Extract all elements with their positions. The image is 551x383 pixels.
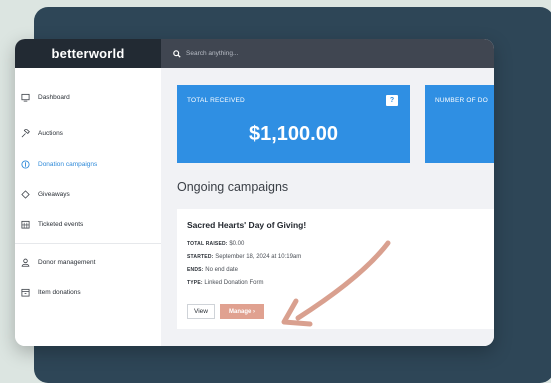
sidebar-item-label: Item donations	[38, 288, 81, 296]
sidebar-item-label: Donation campaigns	[38, 160, 98, 168]
ends-row: ENDS: No end date	[187, 267, 238, 273]
type-key: TYPE:	[187, 280, 203, 286]
ticket-icon	[21, 189, 30, 199]
sidebar-item-auctions[interactable]: Auctions	[15, 124, 161, 142]
sidebar-item-item-donations[interactable]: Item donations	[15, 283, 161, 301]
sidebar-item-label: Dashboard	[38, 93, 70, 101]
section-title: Ongoing campaigns	[177, 180, 289, 194]
app-window: betterworld Dashboard Auctions Donation …	[15, 39, 494, 346]
sidebar-item-donation-campaigns[interactable]: Donation campaigns	[15, 155, 161, 173]
total-raised-value: $0.00	[229, 241, 245, 247]
user-icon	[21, 258, 30, 267]
campaign-card: Sacred Hearts' Day of Giving! TOTAL RAIS…	[177, 209, 494, 329]
sidebar-item-label: Giveaways	[38, 190, 70, 198]
sidebar: Dashboard Auctions Donation campaigns Gi…	[15, 68, 161, 346]
ends-value: No end date	[205, 267, 238, 273]
total-received-card: TOTAL RECEIVED ? $1,100.00	[177, 85, 410, 163]
started-row: STARTED: September 18, 2024 at 10:19am	[187, 254, 301, 260]
sidebar-item-donor-management[interactable]: Donor management	[15, 253, 161, 271]
total-raised-key: TOTAL RAISED:	[187, 241, 228, 247]
total-received-label: TOTAL RECEIVED	[187, 97, 245, 104]
total-received-value: $1,100.00	[249, 123, 338, 145]
gavel-icon	[21, 128, 30, 137]
monitor-icon	[21, 93, 30, 102]
number-of-donations-card: NUMBER OF DO	[425, 85, 494, 163]
sidebar-item-giveaways[interactable]: Giveaways	[15, 185, 161, 203]
view-button[interactable]: View	[187, 304, 215, 319]
sidebar-item-label: Ticketed events	[38, 220, 84, 228]
help-button[interactable]: ?	[386, 95, 398, 106]
sidebar-item-label: Donor management	[38, 258, 96, 266]
started-key: STARTED:	[187, 254, 214, 260]
main-content: TOTAL RECEIVED ? $1,100.00 NUMBER OF DO …	[161, 68, 494, 346]
total-raised-row: TOTAL RAISED: $0.00	[187, 241, 244, 247]
search-input[interactable]	[186, 50, 386, 57]
calendar-icon	[21, 220, 30, 229]
sidebar-item-label: Auctions	[38, 129, 63, 137]
sidebar-divider	[15, 243, 161, 244]
started-value: September 18, 2024 at 10:19am	[215, 254, 302, 260]
dollar-circle-icon	[21, 159, 30, 169]
sidebar-item-ticketed-events[interactable]: Ticketed events	[15, 215, 161, 233]
search-bar[interactable]	[161, 39, 494, 68]
sidebar-item-dashboard[interactable]: Dashboard	[15, 88, 161, 106]
top-bar: betterworld	[15, 39, 494, 68]
campaign-title[interactable]: Sacred Hearts' Day of Giving!	[187, 220, 306, 230]
type-row: TYPE: Linked Donation Form	[187, 280, 263, 286]
search-icon	[173, 49, 181, 58]
manage-button[interactable]: Manage ›	[220, 304, 264, 319]
brand-logo[interactable]: betterworld	[15, 39, 161, 68]
box-icon	[21, 288, 30, 297]
ends-key: ENDS:	[187, 267, 204, 273]
number-of-label: NUMBER OF DO	[435, 97, 488, 104]
type-value: Linked Donation Form	[204, 280, 264, 286]
